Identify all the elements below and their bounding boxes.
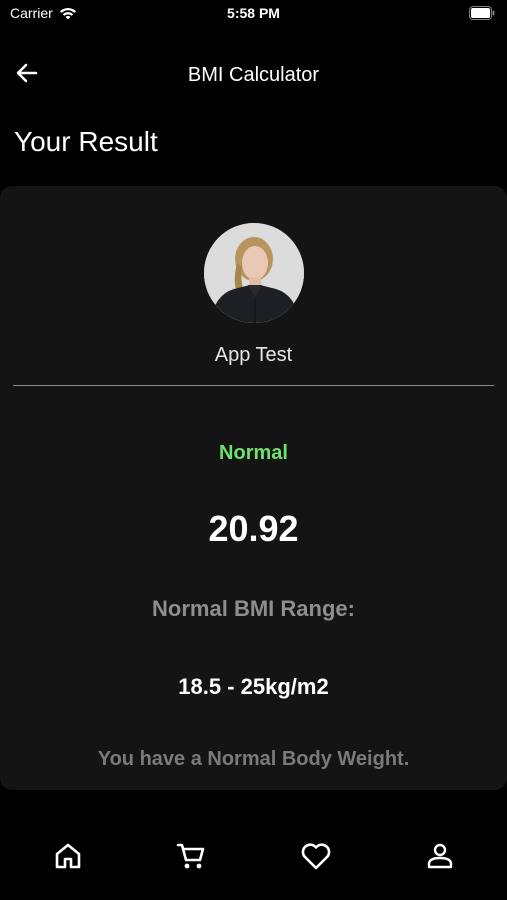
avatar bbox=[204, 223, 304, 323]
battery-icon bbox=[469, 6, 495, 20]
bmi-value: 20.92 bbox=[208, 508, 299, 549]
nav-title: BMI Calculator bbox=[187, 64, 320, 86]
bmi-category: Normal bbox=[219, 442, 288, 464]
heart-icon bbox=[300, 841, 332, 876]
status-bar: Carrier 5:58 PM bbox=[0, 0, 507, 28]
normal-range-value: 18.5 - 25kg/m2 bbox=[178, 674, 329, 699]
tab-bar bbox=[0, 830, 507, 886]
page-title: Your Result bbox=[14, 126, 158, 157]
result-card: App Test Normal 20.92 Normal BMI Range: … bbox=[0, 186, 507, 790]
tab-profile[interactable] bbox=[420, 838, 460, 878]
user-name: App Test bbox=[214, 344, 293, 366]
nav-bar: BMI Calculator bbox=[0, 52, 507, 98]
tab-favorites[interactable] bbox=[296, 838, 336, 878]
status-time: 5:58 PM bbox=[227, 5, 280, 21]
home-icon bbox=[53, 841, 83, 876]
tab-home[interactable] bbox=[48, 838, 88, 878]
interpretation-text: You have a Normal Body Weight. bbox=[97, 748, 410, 770]
normal-range-label: Normal BMI Range: bbox=[152, 596, 355, 621]
tab-cart[interactable] bbox=[171, 838, 211, 878]
profile-icon bbox=[425, 841, 455, 876]
divider bbox=[13, 385, 494, 386]
cart-icon bbox=[175, 840, 207, 877]
